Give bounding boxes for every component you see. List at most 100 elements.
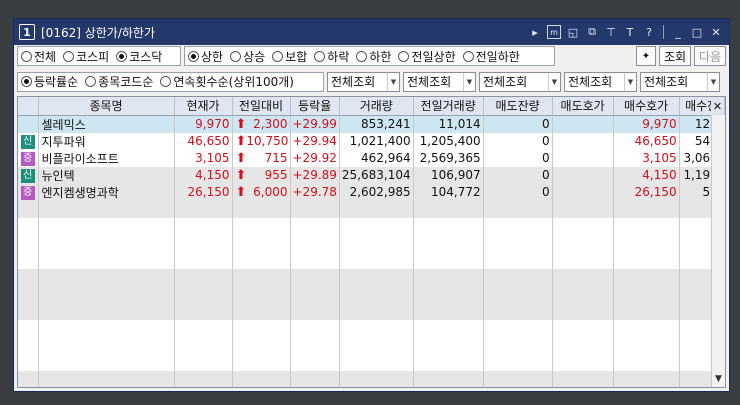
cell-value: 9,970 [642,117,677,131]
cell-value: 46,650 [187,134,230,148]
market-radio-0[interactable]: 전체 [21,48,56,65]
sort-radio-2[interactable]: 연속횟수순(상위100개) [160,73,294,90]
cell-ask-price [552,234,614,252]
cell-price [174,353,233,371]
column-header[interactable]: 거래량 [339,97,414,116]
table-row[interactable] [18,302,725,320]
table-row[interactable] [18,319,725,337]
scroll-up-icon[interactable] [712,115,725,131]
row-badge-cell [18,251,39,269]
limit-radio-4[interactable]: 하한 [356,48,391,65]
table-row[interactable] [18,285,725,303]
table-row[interactable]: 증 비플라이소프트 3,105 ⬆ 715 +29.92 462,964 2,569,365 0… [18,149,725,167]
minimize-icon[interactable]: _ [671,25,685,39]
scroll-down-icon[interactable]: ▼ [712,371,725,387]
row-badge-cell: 증 [18,149,39,167]
row-badge-cell [18,217,39,235]
limit-radio-0[interactable]: 상한 [188,48,223,65]
table-row[interactable]: 신 지투파워 46,650 ⬆ 10,750 +29.94 1,021,400 1,205,4… [18,132,725,150]
settings-button[interactable]: ✦ [636,46,656,66]
radio-label: 종목코드순 [98,75,154,89]
maximize-icon[interactable]: □ [690,25,704,39]
table-row[interactable] [18,234,725,252]
cell-value: +29.92 [292,151,337,165]
window-icon[interactable]: ◱ [566,25,580,39]
table-row[interactable] [18,217,725,235]
table-row[interactable] [18,370,725,387]
limit-radio-3[interactable]: 하락 [314,48,349,65]
filter-select-3[interactable]: 전체조회 ▼ [479,71,561,92]
table-row[interactable] [18,336,725,354]
cell-value: 1,205,400 [419,134,481,148]
filter-select-5[interactable]: 전체조회 ▼ [640,71,720,92]
play-icon[interactable]: ▸ [528,25,542,39]
cell-ask-qty: 0 [483,149,553,167]
market-radio-group: 전체 코스피 코스닥 [17,46,181,66]
market-radio-1[interactable]: 코스피 [63,48,109,65]
cell-prev-volume [413,217,484,235]
column-header[interactable]: 현재가 [174,97,233,116]
cell-bid-price [613,336,680,354]
limit-radio-2[interactable]: 보합 [272,48,307,65]
row-badge-cell [18,200,39,218]
wand-icon: ✦ [641,50,651,62]
select-value: 전체조회 [644,75,689,89]
screen-icon[interactable]: m [547,25,561,39]
title-bar[interactable]: 1 [0162] 상한가/하한가 ▸ m ◱ ⧉ ⊤ T ? _ □ ✕ [14,19,729,45]
cell-rate [290,217,340,235]
column-header[interactable]: 종목명 [38,97,175,116]
filter-select-4[interactable]: 전체조회 ▼ [564,71,637,92]
table-row[interactable]: 신 뉴인텍 4,150 ⬆ 955 +29.89 25,683,104 106,907 0 4,1… [18,166,725,184]
cell-value: +29.78 [292,185,337,199]
cell-value: 9,970 [195,117,230,131]
sort-radio-0[interactable]: 등락률순 [21,73,78,90]
sort-radio-1[interactable]: 종목코드순 [85,73,153,90]
table-row[interactable] [18,353,725,371]
cell-ask-qty [483,234,553,252]
query-button[interactable]: 조회 [659,46,691,66]
cell-ask-qty [483,200,553,218]
limit-radio-1[interactable]: 상승 [230,48,265,65]
text-icon[interactable]: T [623,25,637,39]
cell-name: 비플라이소프트 [38,149,175,167]
limit-radio-group: 상한 상승 보합 하락 하한 전일상한 전일하한 [184,46,555,66]
cell-change [232,251,291,269]
table-row[interactable] [18,251,725,269]
cell-ask-price [552,268,614,286]
pin-icon[interactable]: ⊤ [604,25,618,39]
close-icon[interactable]: ✕ [709,25,723,39]
sort-radio-group: 등락률순 종목코드순 연속횟수순(상위100개) [17,71,324,92]
cell-ask-qty: 0 [483,115,553,133]
table-row[interactable] [18,200,725,218]
cell-bid-price: 3,105 [613,149,680,167]
cell-ask-price [552,251,614,269]
help-icon[interactable]: ? [642,25,656,39]
table-row[interactable] [18,268,725,286]
cell-volume [339,336,414,354]
limit-radio-6[interactable]: 전일하한 [462,48,520,65]
cell-value: 4,150 [642,168,677,182]
stock-grid: 종목명 현재가 전일대비 등락율 거래량 전일거래량 매도잔량 매도호가 매수호가 매수잔 셀레믹… [17,96,726,388]
cell-ask-price [552,183,614,201]
column-header[interactable]: 전일대비 [232,97,291,116]
close-column-icon[interactable]: ✕ [711,98,724,114]
cell-volume [339,302,414,320]
column-header[interactable]: 매도호가 [552,97,614,116]
radio-label: 상승 [243,49,266,64]
column-header[interactable]: 매수호가 [613,97,680,116]
cell-bid-price [613,234,680,252]
column-header[interactable]: 매도잔량 [483,97,553,116]
column-header[interactable]: 등락율 [290,97,340,116]
table-row[interactable]: 증 엔지켐생명과학 26,150 ⬆ 6,000 +29.78 2,602,985 104,7… [18,183,725,201]
filter-select-2[interactable]: 전체조회 ▼ [403,71,476,92]
limit-radio-5[interactable]: 전일상한 [398,48,456,65]
next-button[interactable]: 다음 [694,46,726,66]
filter-select-1[interactable]: 전체조회 ▼ [327,71,400,92]
table-row[interactable]: 셀레믹스 9,970 ⬆ 2,300 +29.99 853,241 11,014 0 9,970… [18,115,725,133]
vertical-scrollbar[interactable]: ▼ [711,115,725,387]
market-radio-2[interactable]: 코스닥 [116,48,162,65]
cell-change [232,319,291,337]
cell-volume [339,234,414,252]
column-header[interactable]: 전일거래량 [413,97,484,116]
cascade-icon[interactable]: ⧉ [585,25,599,39]
